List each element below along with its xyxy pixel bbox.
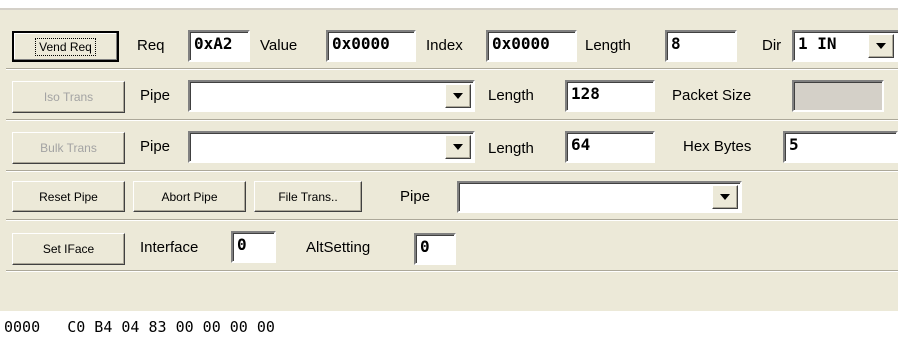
- hex-bytes-field[interactable]: 5: [783, 131, 898, 163]
- output-hex-line: 0000 C0 B4 04 83 00 00 00 00: [4, 318, 275, 336]
- pipe-select-row2[interactable]: [188, 80, 475, 112]
- panel-top-border: [0, 8, 898, 10]
- pipe-select-row3[interactable]: [188, 131, 475, 163]
- dir-dropdown-button[interactable]: [868, 34, 894, 58]
- separator-1: [6, 68, 898, 70]
- dir-label: Dir: [762, 37, 782, 54]
- altsetting-label: AltSetting: [306, 239, 371, 256]
- length-label-row1: Length: [585, 37, 631, 54]
- pipe-label-row3: Pipe: [140, 138, 171, 155]
- abort-pipe-button[interactable]: Abort Pipe: [133, 181, 246, 212]
- vend-req-button[interactable]: Vend Req: [12, 31, 119, 62]
- control-panel: Vend Req Req 0xA2 Value 0x0000 Index 0x0…: [0, 8, 898, 311]
- separator-5: [6, 270, 898, 272]
- req-label: Req: [137, 37, 165, 54]
- dir-select[interactable]: 1 IN: [792, 30, 898, 62]
- pipe-dropdown-row4[interactable]: [712, 185, 738, 209]
- iso-trans-button[interactable]: Iso Trans: [12, 81, 125, 113]
- req-field[interactable]: 0xA2: [188, 30, 250, 62]
- pipe-label-row4: Pipe: [400, 188, 431, 205]
- vend-req-button-label: Vend Req: [35, 37, 96, 56]
- pipe-label-row2: Pipe: [140, 87, 171, 104]
- hex-bytes-label: Hex Bytes: [683, 138, 752, 155]
- value-label: Value: [260, 37, 298, 54]
- interface-label: Interface: [140, 239, 199, 256]
- bulk-trans-button[interactable]: Bulk Trans: [12, 132, 125, 164]
- reset-pipe-button[interactable]: Reset Pipe: [12, 181, 125, 212]
- altsetting-field[interactable]: 0: [414, 233, 456, 265]
- value-field[interactable]: 0x0000: [326, 30, 416, 62]
- length-field-row2[interactable]: 128: [565, 80, 655, 112]
- index-label: Index: [426, 37, 463, 54]
- separator-2: [6, 119, 898, 121]
- index-field[interactable]: 0x0000: [486, 30, 577, 62]
- length-field-row3[interactable]: 64: [565, 131, 655, 163]
- chevron-down-icon: [453, 144, 463, 150]
- interface-field[interactable]: 0: [231, 231, 276, 263]
- file-trans-button-label: File Trans..: [278, 189, 338, 204]
- separator-4: [6, 219, 898, 221]
- dir-select-value: 1 IN: [798, 34, 837, 53]
- pipe-select-row4[interactable]: [457, 181, 742, 213]
- file-trans-button[interactable]: File Trans..: [254, 181, 362, 212]
- packet-size-label: Packet Size: [672, 87, 752, 104]
- set-iface-button-label: Set IFace: [42, 242, 95, 256]
- chevron-down-icon: [720, 194, 730, 200]
- pipe-dropdown-row3[interactable]: [445, 135, 471, 159]
- chevron-down-icon: [453, 93, 463, 99]
- separator-3: [6, 170, 898, 172]
- length-field-row1[interactable]: 8: [665, 30, 737, 62]
- pipe-dropdown-row2[interactable]: [445, 84, 471, 108]
- iso-trans-button-label: Iso Trans: [43, 90, 94, 104]
- set-iface-button[interactable]: Set IFace: [12, 233, 125, 265]
- reset-pipe-button-label: Reset Pipe: [39, 189, 98, 204]
- length-label-row3: Length: [488, 140, 534, 157]
- chevron-down-icon: [876, 43, 886, 49]
- length-label-row2: Length: [488, 87, 534, 104]
- bulk-trans-button-label: Bulk Trans: [40, 141, 97, 155]
- abort-pipe-button-label: Abort Pipe: [161, 189, 218, 204]
- packet-size-field: [792, 80, 884, 112]
